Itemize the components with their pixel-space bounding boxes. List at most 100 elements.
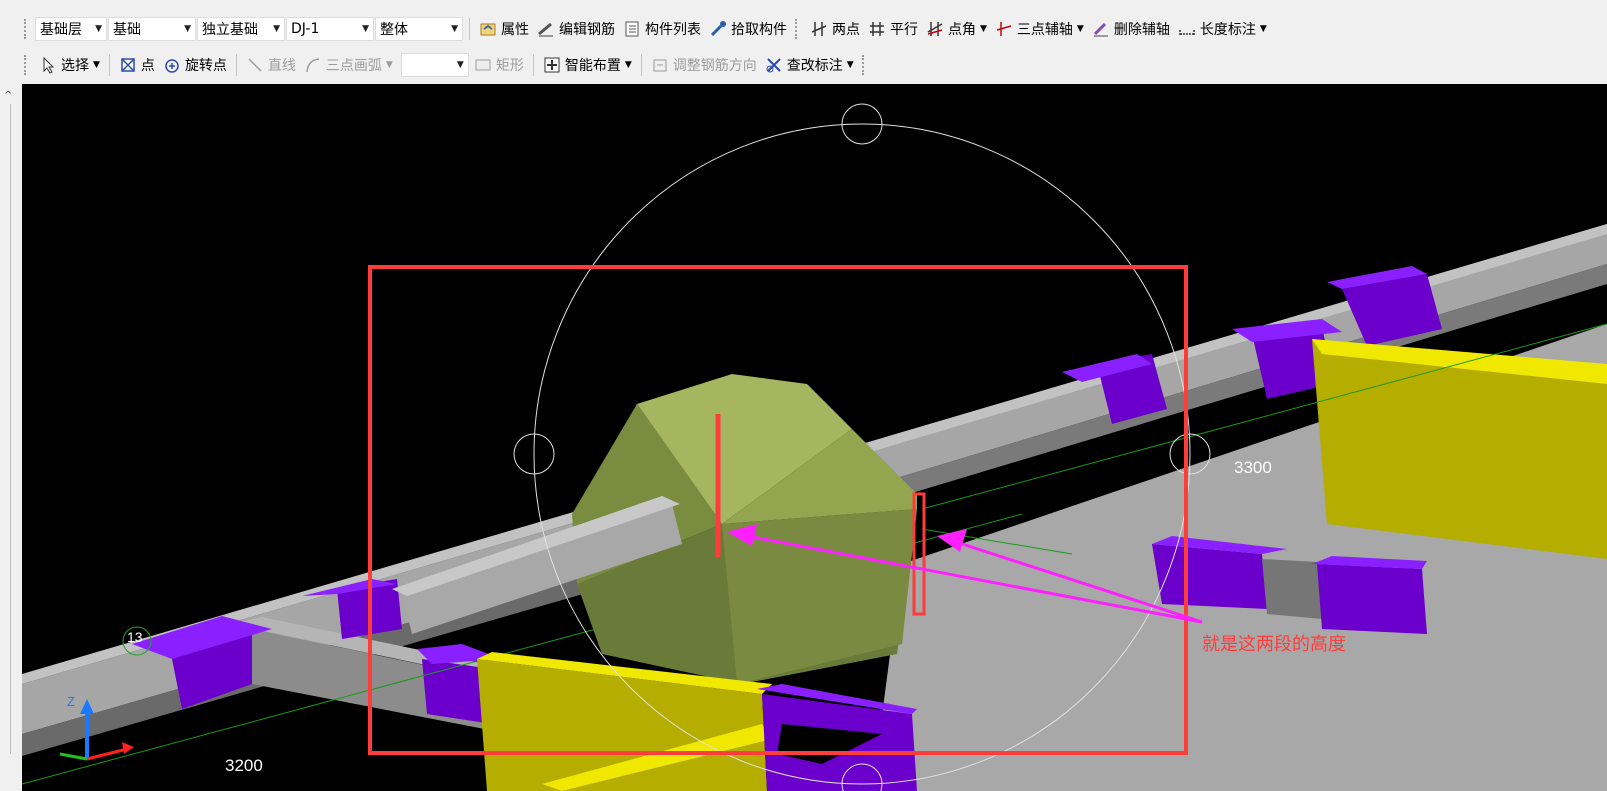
chevron-down-icon: ▼ <box>385 60 393 70</box>
two-point-axis-icon <box>810 20 828 38</box>
component-list-label: 构件列表 <box>645 22 701 38</box>
toolbar-separator <box>108 54 110 76</box>
line-icon <box>246 56 264 74</box>
dimension-label-right: 3300 <box>1234 458 1272 477</box>
chevron-down-icon: ▼ <box>624 60 632 70</box>
y-axis <box>59 752 88 761</box>
chevron-down-icon: ▼ <box>846 60 854 70</box>
type-select[interactable]: 独立基础 ▼ <box>197 17 285 41</box>
pick-component-label: 拾取构件 <box>731 22 787 38</box>
edit-rebar-label: 编辑钢筋 <box>559 22 615 38</box>
divider <box>10 104 11 754</box>
chevron-down-icon: ▼ <box>456 60 464 70</box>
chevron-down-icon: ▼ <box>1259 24 1267 34</box>
two-point-label: 两点 <box>832 22 860 38</box>
point-angle-label: 点角 <box>948 22 976 38</box>
parallel-axis-icon <box>868 20 886 38</box>
toolbar-top-partial <box>0 0 1607 10</box>
point-button[interactable]: 点 <box>115 52 159 78</box>
toolbar-grip[interactable] <box>24 55 29 75</box>
property-icon <box>479 20 497 38</box>
chevron-down-icon: ▼ <box>95 24 102 34</box>
element-select[interactable]: DJ-1 ▼ <box>286 17 374 41</box>
dimension-label-bottom: 3200 <box>225 756 263 775</box>
cursor-icon <box>39 56 57 74</box>
length-dim-label: 长度标注 <box>1199 22 1256 38</box>
rotate-icon <box>163 56 181 74</box>
point-icon <box>119 56 137 74</box>
viewport-3d[interactable]: 3300 3200 13 就是这两段的高度 Z <box>22 84 1607 791</box>
two-point-axis-button[interactable]: 两点 <box>806 16 864 42</box>
adjust-rebar-button[interactable]: 调整钢筋方向 <box>647 52 761 78</box>
point-angle-axis-icon <box>926 20 944 38</box>
floor-select-value: 基础层 <box>40 22 82 38</box>
toolbar-separator <box>469 18 470 40</box>
z-axis-label: Z <box>67 694 75 709</box>
three-point-axis-icon <box>995 20 1013 38</box>
select-button[interactable]: 选择 ▼ <box>35 52 104 78</box>
eyedropper-icon <box>709 20 727 38</box>
line-button[interactable]: 直线 <box>242 52 300 78</box>
toolbar-separator <box>532 54 534 76</box>
chevron-down-icon: ▼ <box>93 60 100 70</box>
length-dim-button[interactable]: 长度标注 ▼ <box>1174 16 1271 42</box>
three-point-axis-label: 三点辅轴 <box>1016 22 1073 38</box>
point-angle-axis-button[interactable]: 点角 ▼ <box>922 16 991 42</box>
rotate-point-button[interactable]: 旋转点 <box>159 52 231 78</box>
edit-dim-button[interactable]: 查改标注 ▼ <box>761 52 858 78</box>
chevron-down-icon: ▼ <box>184 24 191 34</box>
edit-rebar-button[interactable]: 编辑钢筋 <box>533 16 619 42</box>
rotate-point-label: 旋转点 <box>184 58 227 74</box>
annotation-text: 就是这两段的高度 <box>1202 634 1346 655</box>
toolbar-separator <box>640 54 642 76</box>
column-block <box>1152 544 1267 609</box>
floor-select[interactable]: 基础层 ▼ <box>35 17 107 41</box>
pencil-icon <box>537 20 555 38</box>
chevron-down-icon: ▼ <box>980 24 987 34</box>
eraser-icon <box>1092 20 1110 38</box>
toolbar-separator <box>235 54 237 76</box>
draw-toolbar: 选择 ▼ 点 旋转点 直线 三点画弧 ▼ ▼ 矩形 智能布置 ▼ 调整钢筋方向 查改标… <box>20 50 940 80</box>
toolbar-grip[interactable] <box>795 19 800 39</box>
delete-axis-label: 删除辅轴 <box>1113 22 1170 38</box>
scope-select[interactable]: 整体 ▼ <box>375 17 463 41</box>
parallel-axis-button[interactable]: 平行 <box>864 16 922 42</box>
arc-button[interactable]: 三点画弧 ▼ <box>300 52 397 78</box>
arc-icon <box>304 56 322 74</box>
three-point-axis-button[interactable]: 三点辅轴 ▼ <box>991 16 1088 42</box>
adjust-rebar-label: 调整钢筋方向 <box>672 58 757 74</box>
parallel-label: 平行 <box>890 22 918 38</box>
edit-dim-icon <box>765 56 783 74</box>
delete-axis-button[interactable]: 删除辅轴 <box>1088 16 1174 42</box>
rect-button[interactable]: 矩形 <box>470 52 528 78</box>
line-label: 直线 <box>267 58 296 74</box>
chevron-up-icon: ^ <box>4 90 13 101</box>
component-list-button[interactable]: 构件列表 <box>619 16 705 42</box>
category-select-value: 基础 <box>113 22 141 38</box>
rectangle-icon <box>474 56 492 74</box>
x-axis-head <box>122 742 134 754</box>
chevron-down-icon: ▼ <box>273 24 280 34</box>
arc-label: 三点画弧 <box>325 58 382 74</box>
element-select-value: DJ-1 <box>291 21 320 37</box>
property-button[interactable]: 属性 <box>475 16 533 42</box>
chevron-down-icon: ▼ <box>451 24 458 34</box>
smart-layout-label: 智能布置 <box>564 58 621 74</box>
toolbar-grip[interactable] <box>24 19 29 39</box>
pick-component-button[interactable]: 拾取构件 <box>705 16 791 42</box>
mode-select[interactable]: ▼ <box>400 53 469 77</box>
column-block <box>1317 564 1427 634</box>
scope-select-value: 整体 <box>380 22 408 38</box>
left-panel-strip[interactable]: ^ <box>0 84 23 791</box>
adjust-rebar-icon <box>651 56 669 74</box>
chevron-down-icon: ▼ <box>1076 24 1084 34</box>
select-label: 选择 <box>61 58 89 74</box>
smart-layout-icon <box>543 56 561 74</box>
point-label: 点 <box>140 58 155 74</box>
smart-layout-button[interactable]: 智能布置 ▼ <box>539 52 636 78</box>
chevron-down-icon: ▼ <box>362 24 369 34</box>
category-select[interactable]: 基础 ▼ <box>108 17 196 41</box>
list-icon <box>623 20 641 38</box>
toolbar-grip[interactable] <box>861 55 867 75</box>
component-toolbar: 基础层 ▼ 基础 ▼ 独立基础 ▼ DJ-1 ▼ 整体 ▼ 属性 编辑钢筋 构件列表 拾取… <box>20 14 1350 44</box>
